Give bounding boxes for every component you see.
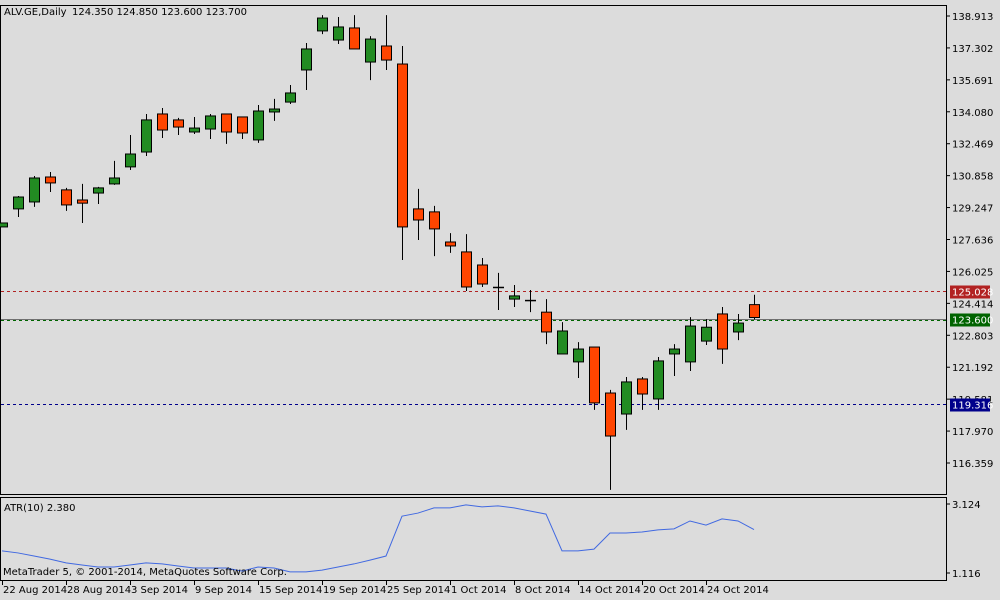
candle-bear	[77, 199, 88, 204]
candle-bear	[237, 116, 248, 134]
price-tick-label: 130.858	[952, 172, 993, 183]
candle-bull	[333, 26, 344, 41]
symbol-label: ALV.GE,Daily	[4, 7, 67, 18]
candle-bear	[413, 208, 424, 221]
candle-bear	[173, 119, 184, 128]
candle-bull	[0, 222, 8, 228]
price-tick-label: 137.302	[952, 44, 993, 55]
candle-bull	[621, 381, 632, 415]
candle-bear	[429, 211, 440, 230]
candle-bear	[157, 113, 168, 131]
date-label: 20 Oct 2014	[643, 585, 705, 596]
price-chart[interactable]: 138.913 137.302 135.691 134.080 132.469 130.8…	[0, 0, 1000, 600]
candle-bull	[205, 115, 216, 130]
date-label: 9 Sep 2014	[195, 585, 252, 596]
candle-bull	[109, 177, 120, 185]
candle-bull	[653, 360, 664, 400]
candle-bull	[141, 119, 152, 153]
atr-tick-label: 3.124	[952, 500, 981, 511]
date-label: 19 Sep 2014	[323, 585, 386, 596]
candle-bull	[557, 330, 568, 355]
copyright-text: MetaTrader 5, © 2001-2014, MetaQuotes So…	[3, 567, 287, 578]
candle-bear	[461, 251, 472, 288]
atr-tick-label: 1.116	[952, 569, 981, 580]
price-tick-label: 117.970	[952, 427, 993, 438]
date-label: 8 Oct 2014	[515, 585, 570, 596]
price-tick-label: 116.359	[952, 459, 993, 470]
candle-bull	[365, 38, 376, 63]
date-label: 15 Sep 2014	[259, 585, 322, 596]
candle-bull	[29, 177, 40, 203]
candle-bull	[253, 110, 264, 141]
price-tick-label: 122.803	[952, 331, 993, 342]
candle-bear	[589, 346, 600, 404]
candle-bull	[701, 326, 712, 342]
candle-bull	[301, 48, 312, 71]
price-tick-label: 138.913	[952, 12, 993, 23]
candle-bear	[445, 241, 456, 247]
candle-bear	[61, 189, 72, 206]
candle-bear	[477, 264, 488, 285]
price-level-label: 125.028	[952, 288, 993, 299]
date-label: 1 Oct 2014	[451, 585, 506, 596]
date-label: 14 Oct 2014	[579, 585, 641, 596]
date-label: 28 Aug 2014	[67, 585, 131, 596]
ohlc-readout: 124.350 124.850 123.600 123.700	[72, 7, 247, 18]
candle-bear	[397, 63, 408, 228]
price-tick-label: 129.247	[952, 204, 993, 215]
atr-label: ATR(10) 2.380	[4, 503, 75, 514]
price-level-label: 119.316	[952, 401, 993, 412]
price-tick-label: 134.080	[952, 108, 993, 119]
candle-bull	[269, 108, 280, 113]
candle-bull	[685, 325, 696, 363]
candle-bear	[541, 311, 552, 333]
price-tick-label: 126.025	[952, 267, 993, 278]
price-tick-label: 127.636	[952, 236, 993, 247]
candle-bear	[45, 176, 56, 184]
candle-bull	[509, 295, 520, 300]
date-label: 24 Oct 2014	[707, 585, 769, 596]
date-label: 25 Sep 2014	[387, 585, 450, 596]
candle-bear	[349, 27, 360, 50]
candle-bull	[669, 348, 680, 355]
candle-bull	[573, 348, 584, 363]
candle-bull	[317, 17, 328, 32]
candle-bull	[733, 322, 744, 333]
candle-bear	[749, 304, 760, 319]
price-tick-label: 135.691	[952, 76, 993, 87]
candle-bear	[381, 45, 392, 61]
main-pane[interactable]	[0, 5, 947, 495]
price-tick-label: 132.469	[952, 140, 993, 151]
candle-bear	[637, 378, 648, 395]
candle-bull	[93, 187, 104, 194]
candle-bull	[13, 196, 24, 210]
candle-bear	[605, 392, 616, 437]
time-axis[interactable]: 22 Aug 2014 28 Aug 2014 3 Sep 2014 9 Sep 20…	[2, 581, 769, 596]
candle-bear	[717, 313, 728, 350]
candle-bull	[189, 127, 200, 133]
price-tick-label: 124.414	[952, 299, 993, 310]
price-level-label: 123.600	[952, 316, 993, 327]
candle-bull	[125, 153, 136, 168]
candle-bull	[285, 92, 296, 103]
price-tick-label: 121.192	[952, 363, 993, 374]
date-label: 22 Aug 2014	[3, 585, 67, 596]
price-axis[interactable]: 138.913 137.302 135.691 134.080 132.469 130.8…	[946, 12, 993, 580]
date-label: 3 Sep 2014	[131, 585, 188, 596]
candle-bear	[221, 113, 232, 133]
